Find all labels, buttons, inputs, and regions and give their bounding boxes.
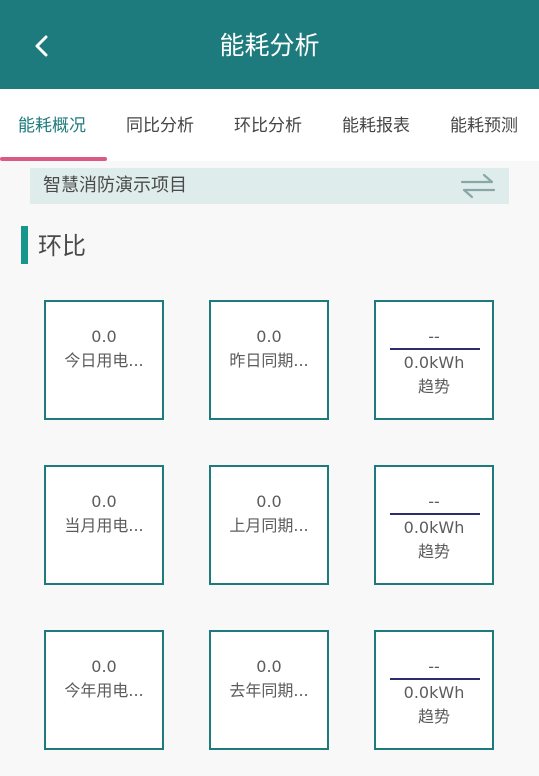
previous-usage-card[interactable]: 0.0 去年同期...	[209, 630, 329, 750]
project-name: 智慧消防演示项目	[43, 175, 187, 196]
swap-arrows-icon	[460, 173, 496, 199]
tab-forecast[interactable]: 能耗预测	[450, 113, 518, 139]
usage-label: 当月用电...	[64, 516, 144, 535]
trend-change: --	[428, 657, 440, 676]
app-header: 能耗分析	[0, 0, 539, 89]
page-title: 能耗分析	[219, 31, 320, 60]
tab-yoy-analysis[interactable]: 同比分析	[126, 113, 194, 139]
trend-change: --	[428, 492, 440, 511]
usage-label: 今日用电...	[64, 351, 144, 370]
trend-change: --	[428, 327, 440, 346]
trend-card[interactable]: -- 0.0kWh 趋势	[374, 300, 494, 420]
trend-card[interactable]: -- 0.0kWh 趋势	[374, 465, 494, 585]
section-title: 环比	[38, 232, 86, 260]
usage-value: 0.0	[256, 657, 282, 676]
current-usage-card[interactable]: 0.0 今日用电...	[44, 300, 164, 420]
current-usage-card[interactable]: 0.0 当月用电...	[44, 465, 164, 585]
trend-value: 0.0kWh	[403, 518, 465, 537]
trend-divider	[390, 678, 480, 680]
trend-card[interactable]: -- 0.0kWh 趋势	[374, 630, 494, 750]
current-usage-card[interactable]: 0.0 今年用电...	[44, 630, 164, 750]
previous-usage-card[interactable]: 0.0 昨日同期...	[209, 300, 329, 420]
trend-divider	[390, 348, 480, 350]
tab-report[interactable]: 能耗报表	[342, 113, 410, 139]
usage-value: 0.0	[256, 492, 282, 511]
previous-usage-card[interactable]: 0.0 上月同期...	[209, 465, 329, 585]
active-tab-indicator	[0, 157, 107, 161]
trend-divider	[390, 513, 480, 515]
usage-value: 0.0	[256, 327, 282, 346]
switch-project-button[interactable]	[460, 172, 496, 200]
usage-label: 今年用电...	[64, 681, 144, 700]
usage-value: 0.0	[91, 492, 117, 511]
usage-label: 昨日同期...	[229, 351, 309, 370]
tab-bar: 能耗概况 同比分析 环比分析 能耗报表 能耗预测	[0, 89, 539, 161]
tab-mom-analysis[interactable]: 环比分析	[234, 113, 302, 139]
usage-label: 去年同期...	[229, 681, 309, 700]
usage-value: 0.0	[91, 657, 117, 676]
trend-value: 0.0kWh	[403, 353, 465, 372]
trend-label: 趋势	[417, 542, 450, 561]
usage-value: 0.0	[91, 327, 117, 346]
section-accent-bar	[21, 226, 28, 264]
trend-label: 趋势	[417, 707, 450, 726]
project-selector[interactable]: 智慧消防演示项目	[30, 168, 509, 204]
usage-label: 上月同期...	[229, 516, 309, 535]
tab-overview[interactable]: 能耗概况	[18, 113, 86, 139]
trend-label: 趋势	[417, 377, 450, 396]
trend-value: 0.0kWh	[403, 683, 465, 702]
